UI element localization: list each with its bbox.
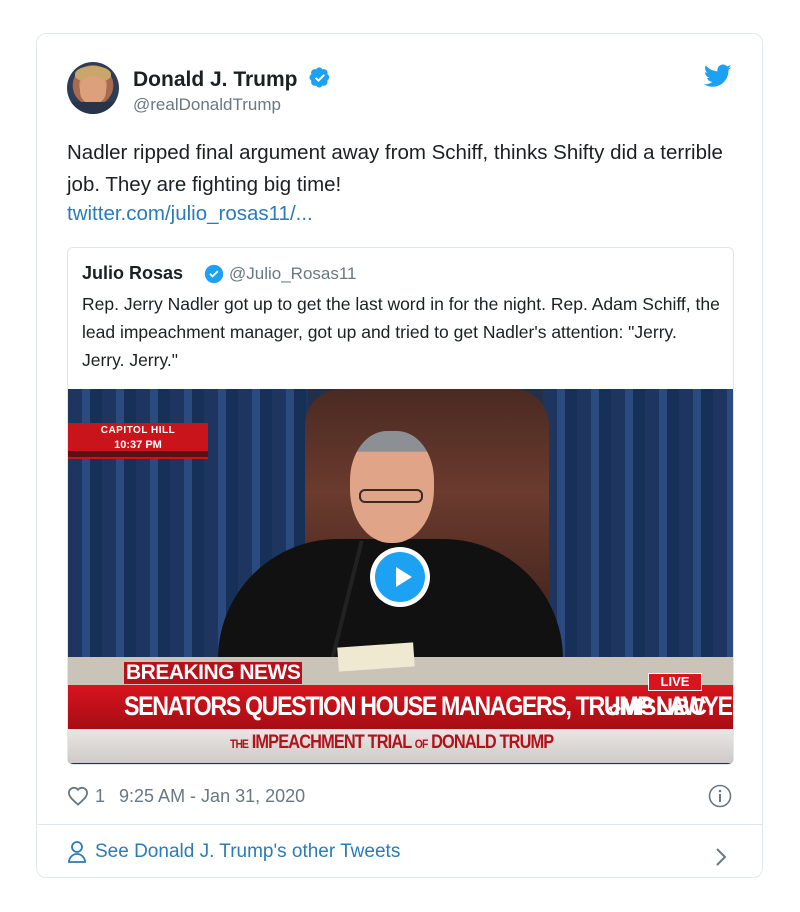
author-name-row[interactable]: Donald J. Trump: [133, 67, 331, 92]
verified-icon: [309, 67, 330, 88]
video-player[interactable]: CAPITOL HILL 10:37 PM BREAKING NEWS LIVE…: [68, 389, 733, 764]
network-logo: ✿MSNBC: [608, 694, 707, 722]
play-icon: [396, 567, 412, 587]
lower-third-of: OF: [414, 737, 428, 751]
glasses: [359, 489, 423, 503]
tweet-link[interactable]: twitter.com/julio_rosas11/...: [67, 202, 313, 226]
breaking-news-label: BREAKING NEWS: [124, 661, 303, 684]
quoted-author-handle: @Julio_Rosas11: [229, 264, 357, 283]
live-badge: LIVE: [648, 673, 702, 691]
footer-divider: [37, 824, 762, 825]
info-icon[interactable]: [708, 784, 732, 808]
verified-icon: [204, 264, 224, 284]
author-name[interactable]: Donald J. Trump: [133, 68, 298, 91]
embedded-tweet-card: Donald J. Trump @realDonaldTrump Nadler …: [36, 33, 763, 878]
like-count[interactable]: 1: [95, 786, 105, 807]
lower-third-main: IMPEACHMENT TRIAL: [251, 732, 412, 753]
twitter-bird-icon[interactable]: [704, 64, 732, 88]
avatar[interactable]: [67, 62, 119, 114]
quoted-tweet[interactable]: Julio Rosas @Julio_Rosas11 Rep. Jerry Na…: [67, 247, 734, 765]
author-handle[interactable]: @realDonaldTrump: [133, 95, 281, 115]
heart-icon[interactable]: [67, 786, 89, 806]
quoted-author-name: Julio Rosas: [82, 263, 184, 283]
tweet-text: Nadler ripped final argument away from S…: [67, 141, 723, 196]
quoted-text: Rep. Jerry Nadler got up to get the last…: [82, 294, 720, 370]
lower-third-the: THE: [230, 737, 249, 751]
timestamp[interactable]: 9:25 AM - Jan 31, 2020: [119, 786, 305, 807]
lower-third-text: THE IMPEACHMENT TRIAL OF DONALD TRUMP: [230, 732, 554, 754]
peacock-icon: ✿: [608, 702, 621, 719]
chevron-right-icon[interactable]: [714, 846, 728, 868]
location-label: CAPITOL HILL: [100, 425, 176, 436]
lower-third-name: DONALD TRUMP: [431, 732, 554, 753]
see-other-tweets-link[interactable]: See Donald J. Trump's other Tweets: [67, 840, 400, 864]
location-tag-underline: [68, 451, 208, 457]
person-icon: [68, 841, 86, 863]
judge-head: [350, 431, 434, 543]
play-button[interactable]: [370, 547, 430, 607]
see-other-tweets-label[interactable]: See Donald J. Trump's other Tweets: [95, 841, 400, 863]
tweet-meta: 1 9:25 AM - Jan 31, 2020: [67, 782, 305, 810]
location-time: 10:37 PM: [114, 439, 162, 451]
curtain-right: [543, 389, 733, 659]
network-name: MSNBC: [620, 694, 707, 721]
